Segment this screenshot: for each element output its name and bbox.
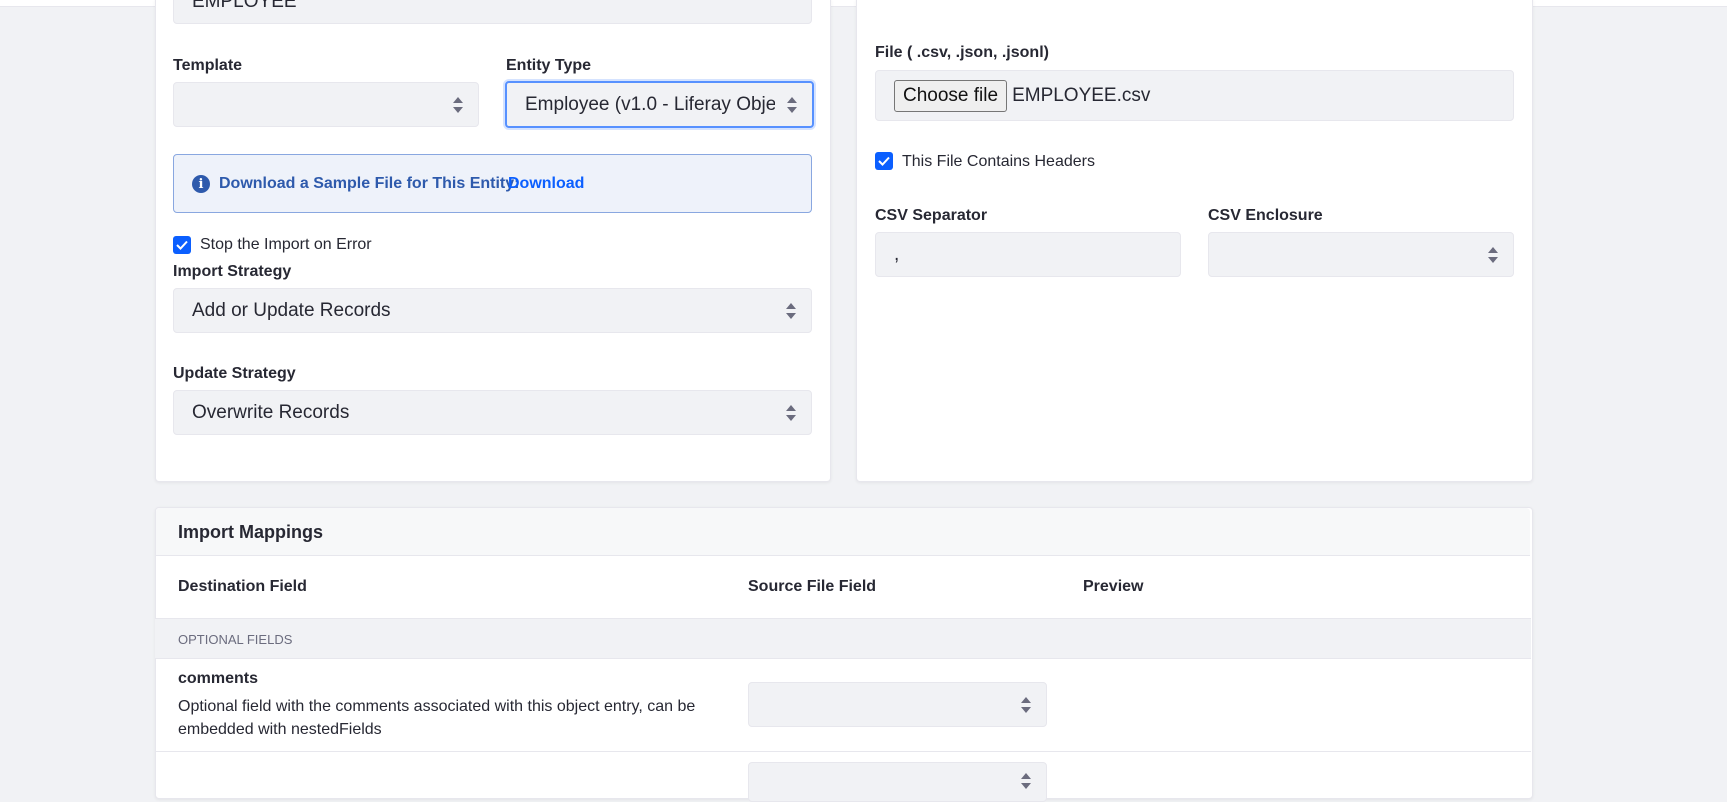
name-field-value: EMPLOYEE bbox=[192, 0, 297, 12]
checkmark-icon bbox=[878, 156, 890, 166]
import-mappings-header bbox=[156, 508, 1530, 556]
import-mappings-title: Import Mappings bbox=[178, 522, 323, 542]
sample-file-text: Download a Sample File for This Entity: bbox=[219, 175, 520, 192]
select-arrows-icon bbox=[1021, 773, 1031, 789]
update-strategy-select[interactable]: Overwrite Records bbox=[173, 390, 812, 435]
headers-label: This File Contains Headers bbox=[902, 153, 1095, 170]
csv-separator-label: CSV Separator bbox=[875, 207, 988, 224]
select-arrows-icon bbox=[1488, 246, 1498, 263]
csv-separator-input[interactable]: , bbox=[875, 232, 1181, 277]
select-arrows-icon bbox=[1021, 696, 1031, 713]
import-strategy-select[interactable]: Add or Update Records bbox=[173, 288, 812, 333]
csv-enclosure-label: CSV Enclosure bbox=[1208, 207, 1323, 224]
select-arrows-icon bbox=[786, 404, 796, 421]
entity-type-select[interactable]: Employee (v1.0 - Liferay Object bbox=[505, 81, 814, 128]
sample-file-alert: i Download a Sample File for This Entity… bbox=[173, 154, 812, 213]
row-field-name: comments bbox=[178, 670, 259, 687]
file-name: EMPLOYEE.csv bbox=[1012, 84, 1151, 106]
update-strategy-label: Update Strategy bbox=[173, 365, 296, 382]
column-source-file-field: Source File Field bbox=[748, 578, 877, 595]
info-icon: i bbox=[192, 175, 210, 193]
template-label: Template bbox=[173, 57, 243, 74]
stop-on-error-label: Stop the Import on Error bbox=[200, 236, 372, 253]
source-field-select-next[interactable] bbox=[748, 762, 1047, 802]
stop-on-error-checkbox[interactable] bbox=[173, 236, 191, 254]
optional-fields-section bbox=[155, 618, 1531, 659]
row-divider bbox=[155, 751, 1531, 752]
select-arrows-icon bbox=[453, 96, 463, 113]
entity-type-select-value: Employee (v1.0 - Liferay Object bbox=[525, 93, 775, 115]
choose-file-button[interactable]: Choose file bbox=[894, 79, 1008, 112]
row-field-description-line2: embedded with nestedFields bbox=[178, 721, 382, 738]
download-sample-link[interactable]: Download bbox=[508, 175, 584, 193]
select-arrows-icon bbox=[786, 302, 796, 319]
import-strategy-label: Import Strategy bbox=[173, 263, 292, 280]
name-field-partial[interactable]: EMPLOYEE bbox=[173, 0, 812, 24]
column-preview: Preview bbox=[1083, 578, 1144, 595]
csv-enclosure-select[interactable] bbox=[1208, 232, 1514, 277]
checkmark-icon bbox=[176, 240, 188, 250]
file-input[interactable]: Choose file EMPLOYEE.csv bbox=[875, 70, 1514, 121]
import-strategy-value: Add or Update Records bbox=[192, 299, 391, 321]
template-select[interactable] bbox=[173, 82, 479, 127]
column-destination-field: Destination Field bbox=[178, 578, 307, 595]
select-arrows-icon bbox=[787, 96, 797, 113]
csv-separator-value: , bbox=[894, 243, 900, 265]
source-field-select[interactable] bbox=[748, 682, 1047, 727]
headers-checkbox[interactable] bbox=[875, 152, 893, 170]
file-label: File ( .csv, .json, .jsonl) bbox=[875, 44, 1049, 61]
entity-type-label: Entity Type bbox=[506, 57, 592, 74]
update-strategy-value: Overwrite Records bbox=[192, 401, 350, 423]
row-field-description-line1: Optional field with the comments associa… bbox=[178, 698, 696, 715]
optional-fields-label: OPTIONAL FIELDS bbox=[178, 632, 293, 647]
